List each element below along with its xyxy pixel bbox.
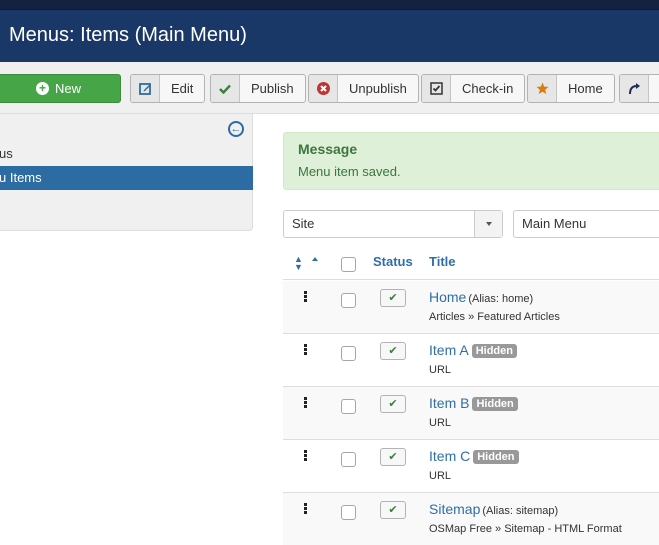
rebuild-button[interactable] [619, 74, 659, 103]
checkin-button-label: Check-in [462, 81, 514, 96]
top-navbar [0, 0, 659, 10]
table-row: ✔ Sitemap (Alias: sitemap) OSMap Free » Sit… [283, 493, 659, 545]
unpublish-button[interactable]: Unpublish [308, 74, 419, 103]
sidebar-item-menu-items[interactable]: u Items [0, 166, 253, 190]
row-checkbox[interactable] [341, 505, 356, 520]
item-title-link[interactable]: Item A Hidden [429, 342, 517, 358]
success-message: Message Menu item saved. [283, 132, 659, 190]
drag-handle-icon[interactable] [304, 344, 307, 356]
item-type: URL [429, 364, 452, 376]
table-header: ▲ ▼ Status Title [283, 248, 659, 280]
menu-select-value: Main Menu [522, 216, 587, 231]
message-body: Menu item saved. [298, 164, 401, 179]
plus-circle-icon: + [35, 82, 49, 95]
row-checkbox[interactable] [341, 293, 356, 308]
title-column-header[interactable]: Title [429, 254, 456, 269]
table-row: ✔ Item C Hidden URL [283, 440, 659, 493]
publish-button-label: Publish [251, 81, 294, 96]
sort-icon[interactable]: ▲ ▼ [294, 255, 303, 272]
home-button-label: Home [568, 81, 603, 96]
menu-select[interactable]: Main Menu [513, 210, 659, 238]
published-status-toggle[interactable]: ✔ [380, 501, 406, 519]
hidden-badge: Hidden [473, 450, 519, 464]
row-checkbox[interactable] [341, 346, 356, 361]
drag-handle-icon[interactable] [304, 397, 307, 409]
chevron-down-icon [474, 211, 502, 237]
item-title-link[interactable]: Home (Alias: home) [429, 289, 533, 305]
published-status-toggle[interactable]: ✔ [380, 289, 406, 307]
rebuild-button-label [649, 75, 659, 102]
message-heading: Message [298, 141, 358, 157]
row-checkbox[interactable] [341, 452, 356, 467]
page-header: Menus: Items (Main Menu) [0, 10, 659, 62]
new-button[interactable]: + New [0, 74, 121, 103]
unpublish-button-label: Unpublish [349, 81, 407, 96]
home-button[interactable]: Home [527, 74, 615, 103]
select-all-checkbox[interactable] [341, 257, 356, 272]
edit-button-label: Edit [171, 81, 194, 96]
item-title[interactable]: Item A [429, 342, 469, 358]
hidden-badge: Hidden [472, 397, 518, 411]
status-column-header[interactable]: Status [373, 254, 413, 269]
table-row: ✔ Home (Alias: home) Articles » Featured Ar… [283, 281, 659, 334]
published-status-toggle[interactable]: ✔ [380, 448, 406, 466]
edit-icon [131, 75, 160, 102]
rebuild-icon [620, 75, 649, 102]
item-type: URL [429, 417, 452, 429]
client-select-value: Site [292, 216, 315, 231]
drag-handle-icon[interactable] [304, 291, 307, 303]
hidden-badge: Hidden [471, 344, 517, 358]
collapse-sidebar-icon[interactable]: ← [228, 121, 244, 137]
item-title[interactable]: Sitemap [429, 501, 480, 517]
published-status-toggle[interactable]: ✔ [380, 342, 406, 360]
page-title: Menus: Items (Main Menu) [9, 24, 247, 46]
row-checkbox[interactable] [341, 399, 356, 414]
item-type: Articles » Featured Articles [429, 311, 560, 323]
publish-button[interactable]: Publish [210, 74, 306, 103]
item-type: OSMap Free » Sitemap - HTML Format [429, 523, 622, 535]
star-icon [528, 75, 557, 102]
item-alias: (Alias: sitemap) [482, 505, 559, 517]
table-row: ✔ Item B Hidden URL [283, 387, 659, 440]
item-title-link[interactable]: Sitemap (Alias: sitemap) [429, 501, 558, 517]
published-status-toggle[interactable]: ✔ [380, 395, 406, 413]
sidebar-item-menus[interactable]: us [0, 142, 253, 166]
times-circle-icon [309, 75, 338, 102]
drag-handle-icon[interactable] [304, 503, 307, 515]
drag-handle-icon[interactable] [304, 450, 307, 462]
item-title[interactable]: Item C [429, 448, 470, 464]
client-select[interactable]: Site [283, 210, 503, 238]
item-type: URL [429, 470, 452, 482]
edit-button[interactable]: Edit [130, 74, 206, 103]
item-title[interactable]: Item B [429, 395, 469, 411]
checkbox-icon [422, 75, 451, 102]
table-row: ✔ Item A Hidden URL [283, 334, 659, 387]
sort-ascending-icon[interactable] [312, 257, 318, 261]
item-title[interactable]: Home [429, 289, 466, 305]
new-button-label: New [54, 81, 81, 96]
item-title-link[interactable]: Item C Hidden [429, 448, 519, 464]
checkin-button[interactable]: Check-in [421, 74, 526, 103]
item-alias: (Alias: home) [468, 293, 534, 305]
sidebar: ← us u Items [0, 114, 253, 231]
toolbar: + New Edit Publish Unpublish Check-in Ho… [0, 62, 659, 114]
item-title-link[interactable]: Item B Hidden [429, 395, 518, 411]
check-icon [211, 75, 240, 102]
